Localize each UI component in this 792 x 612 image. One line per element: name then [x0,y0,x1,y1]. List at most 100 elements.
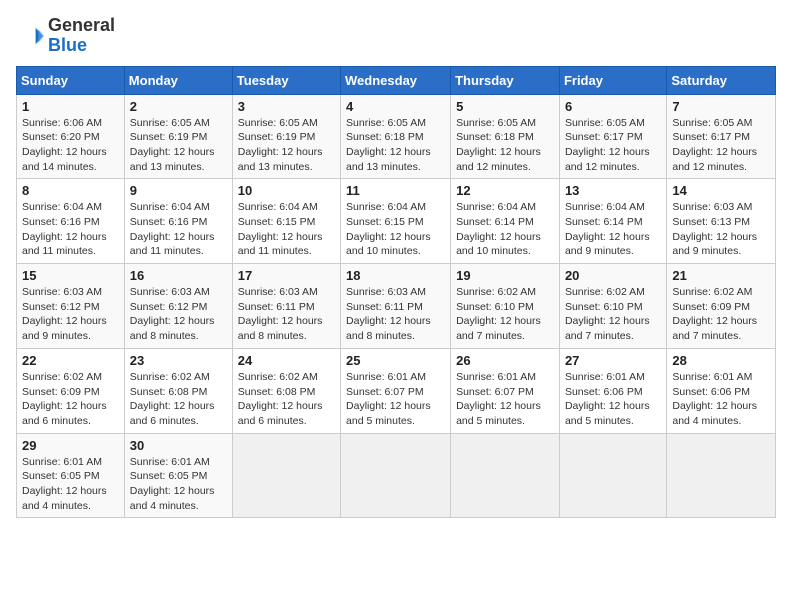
calendar-row: 8 Sunrise: 6:04 AM Sunset: 6:16 PM Dayli… [17,179,776,264]
calendar-cell [667,433,776,518]
day-info: Sunrise: 6:04 AM Sunset: 6:16 PM Dayligh… [22,200,119,259]
day-info: Sunrise: 6:02 AM Sunset: 6:10 PM Dayligh… [565,285,661,344]
day-number: 16 [130,268,227,283]
day-info: Sunrise: 6:05 AM Sunset: 6:18 PM Dayligh… [346,116,445,175]
day-info: Sunrise: 6:03 AM Sunset: 6:13 PM Dayligh… [672,200,770,259]
day-number: 26 [456,353,554,368]
page-header: General Blue [16,16,776,56]
day-number: 18 [346,268,445,283]
day-info: Sunrise: 6:02 AM Sunset: 6:08 PM Dayligh… [130,370,227,429]
day-info: Sunrise: 6:03 AM Sunset: 6:12 PM Dayligh… [22,285,119,344]
calendar-table: SundayMondayTuesdayWednesdayThursdayFrid… [16,66,776,519]
day-info: Sunrise: 6:01 AM Sunset: 6:07 PM Dayligh… [456,370,554,429]
calendar-cell [559,433,666,518]
day-info: Sunrise: 6:05 AM Sunset: 6:17 PM Dayligh… [672,116,770,175]
calendar-cell: 6 Sunrise: 6:05 AM Sunset: 6:17 PM Dayli… [559,94,666,179]
calendar-cell: 10 Sunrise: 6:04 AM Sunset: 6:15 PM Dayl… [232,179,340,264]
day-number: 6 [565,99,661,114]
calendar-cell: 27 Sunrise: 6:01 AM Sunset: 6:06 PM Dayl… [559,348,666,433]
day-header-tuesday: Tuesday [232,66,340,94]
day-number: 15 [22,268,119,283]
calendar-row: 15 Sunrise: 6:03 AM Sunset: 6:12 PM Dayl… [17,264,776,349]
day-number: 20 [565,268,661,283]
day-info: Sunrise: 6:02 AM Sunset: 6:09 PM Dayligh… [672,285,770,344]
calendar-header: SundayMondayTuesdayWednesdayThursdayFrid… [17,66,776,94]
calendar-cell: 15 Sunrise: 6:03 AM Sunset: 6:12 PM Dayl… [17,264,125,349]
calendar-cell: 19 Sunrise: 6:02 AM Sunset: 6:10 PM Dayl… [451,264,560,349]
calendar-cell: 26 Sunrise: 6:01 AM Sunset: 6:07 PM Dayl… [451,348,560,433]
calendar-cell: 14 Sunrise: 6:03 AM Sunset: 6:13 PM Dayl… [667,179,776,264]
day-info: Sunrise: 6:04 AM Sunset: 6:14 PM Dayligh… [456,200,554,259]
day-info: Sunrise: 6:05 AM Sunset: 6:17 PM Dayligh… [565,116,661,175]
calendar-cell: 20 Sunrise: 6:02 AM Sunset: 6:10 PM Dayl… [559,264,666,349]
calendar-cell: 22 Sunrise: 6:02 AM Sunset: 6:09 PM Dayl… [17,348,125,433]
calendar-cell: 18 Sunrise: 6:03 AM Sunset: 6:11 PM Dayl… [341,264,451,349]
calendar-cell: 23 Sunrise: 6:02 AM Sunset: 6:08 PM Dayl… [124,348,232,433]
day-info: Sunrise: 6:01 AM Sunset: 6:05 PM Dayligh… [22,455,119,514]
day-number: 19 [456,268,554,283]
day-info: Sunrise: 6:01 AM Sunset: 6:05 PM Dayligh… [130,455,227,514]
day-number: 27 [565,353,661,368]
calendar-cell [341,433,451,518]
day-number: 3 [238,99,335,114]
day-header-thursday: Thursday [451,66,560,94]
day-header-saturday: Saturday [667,66,776,94]
day-info: Sunrise: 6:04 AM Sunset: 6:15 PM Dayligh… [238,200,335,259]
calendar-cell: 25 Sunrise: 6:01 AM Sunset: 6:07 PM Dayl… [341,348,451,433]
calendar-cell: 17 Sunrise: 6:03 AM Sunset: 6:11 PM Dayl… [232,264,340,349]
calendar-row: 22 Sunrise: 6:02 AM Sunset: 6:09 PM Dayl… [17,348,776,433]
calendar-cell: 24 Sunrise: 6:02 AM Sunset: 6:08 PM Dayl… [232,348,340,433]
calendar-cell: 30 Sunrise: 6:01 AM Sunset: 6:05 PM Dayl… [124,433,232,518]
day-number: 17 [238,268,335,283]
calendar-cell: 1 Sunrise: 6:06 AM Sunset: 6:20 PM Dayli… [17,94,125,179]
day-number: 24 [238,353,335,368]
day-info: Sunrise: 6:03 AM Sunset: 6:11 PM Dayligh… [346,285,445,344]
day-number: 28 [672,353,770,368]
calendar-row: 29 Sunrise: 6:01 AM Sunset: 6:05 PM Dayl… [17,433,776,518]
logo-text-blue: Blue [48,36,115,56]
day-info: Sunrise: 6:02 AM Sunset: 6:09 PM Dayligh… [22,370,119,429]
day-info: Sunrise: 6:02 AM Sunset: 6:08 PM Dayligh… [238,370,335,429]
day-info: Sunrise: 6:02 AM Sunset: 6:10 PM Dayligh… [456,285,554,344]
day-number: 25 [346,353,445,368]
calendar-row: 1 Sunrise: 6:06 AM Sunset: 6:20 PM Dayli… [17,94,776,179]
day-number: 30 [130,438,227,453]
day-number: 10 [238,183,335,198]
day-info: Sunrise: 6:03 AM Sunset: 6:12 PM Dayligh… [130,285,227,344]
day-number: 8 [22,183,119,198]
day-number: 5 [456,99,554,114]
day-header-wednesday: Wednesday [341,66,451,94]
calendar-cell [232,433,340,518]
day-info: Sunrise: 6:06 AM Sunset: 6:20 PM Dayligh… [22,116,119,175]
day-number: 13 [565,183,661,198]
day-number: 7 [672,99,770,114]
day-info: Sunrise: 6:05 AM Sunset: 6:19 PM Dayligh… [238,116,335,175]
day-info: Sunrise: 6:05 AM Sunset: 6:18 PM Dayligh… [456,116,554,175]
day-info: Sunrise: 6:03 AM Sunset: 6:11 PM Dayligh… [238,285,335,344]
day-number: 22 [22,353,119,368]
day-info: Sunrise: 6:01 AM Sunset: 6:07 PM Dayligh… [346,370,445,429]
day-number: 4 [346,99,445,114]
day-number: 9 [130,183,227,198]
calendar-cell: 3 Sunrise: 6:05 AM Sunset: 6:19 PM Dayli… [232,94,340,179]
calendar-cell: 4 Sunrise: 6:05 AM Sunset: 6:18 PM Dayli… [341,94,451,179]
logo: General Blue [16,16,115,56]
calendar-cell: 12 Sunrise: 6:04 AM Sunset: 6:14 PM Dayl… [451,179,560,264]
calendar-cell: 29 Sunrise: 6:01 AM Sunset: 6:05 PM Dayl… [17,433,125,518]
day-info: Sunrise: 6:05 AM Sunset: 6:19 PM Dayligh… [130,116,227,175]
calendar-cell: 11 Sunrise: 6:04 AM Sunset: 6:15 PM Dayl… [341,179,451,264]
logo-icon [16,22,44,50]
calendar-cell: 7 Sunrise: 6:05 AM Sunset: 6:17 PM Dayli… [667,94,776,179]
calendar-cell: 9 Sunrise: 6:04 AM Sunset: 6:16 PM Dayli… [124,179,232,264]
calendar-cell: 2 Sunrise: 6:05 AM Sunset: 6:19 PM Dayli… [124,94,232,179]
calendar-cell: 21 Sunrise: 6:02 AM Sunset: 6:09 PM Dayl… [667,264,776,349]
day-number: 29 [22,438,119,453]
day-header-monday: Monday [124,66,232,94]
day-info: Sunrise: 6:01 AM Sunset: 6:06 PM Dayligh… [672,370,770,429]
day-number: 11 [346,183,445,198]
day-info: Sunrise: 6:04 AM Sunset: 6:14 PM Dayligh… [565,200,661,259]
calendar-cell: 5 Sunrise: 6:05 AM Sunset: 6:18 PM Dayli… [451,94,560,179]
day-number: 21 [672,268,770,283]
calendar-cell: 13 Sunrise: 6:04 AM Sunset: 6:14 PM Dayl… [559,179,666,264]
day-info: Sunrise: 6:01 AM Sunset: 6:06 PM Dayligh… [565,370,661,429]
